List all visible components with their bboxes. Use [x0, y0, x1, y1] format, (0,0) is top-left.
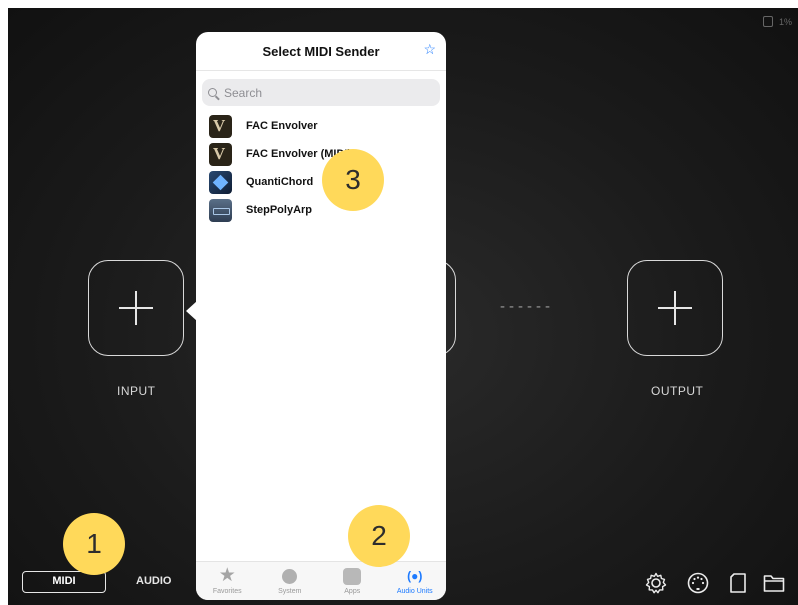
item-name: StepPolyArp — [246, 204, 313, 216]
gear-icon — [282, 568, 298, 584]
midi-sender-popover: Select MIDI Sender ☆ FAC Envolver FAC En… — [196, 32, 446, 600]
input-label: INPUT — [117, 384, 156, 398]
star-outline-icon[interactable]: ☆ — [423, 41, 436, 58]
app-screen: 1% INPUT ------ OUTPUT Select MIDI Sende… — [8, 8, 798, 605]
settings-gear-icon[interactable] — [644, 571, 668, 595]
fac-envolver-icon — [209, 114, 232, 138]
connector-line: ------ — [500, 298, 554, 315]
plus-icon — [658, 291, 692, 325]
list-item[interactable]: StepPolyArp — [196, 196, 446, 224]
callout-2: 2 — [348, 505, 410, 567]
tab-favorites[interactable]: ★ Favorites — [196, 562, 259, 600]
audio-units-icon: (●) — [407, 569, 423, 583]
list-item[interactable]: FAC Envolver — [196, 112, 446, 140]
tab-label: Apps — [344, 588, 361, 595]
output-slot-button[interactable] — [627, 260, 723, 356]
page-icon[interactable] — [726, 571, 750, 595]
item-name: FAC Envolver — [246, 120, 318, 132]
sender-list: FAC Envolver FAC Envolver (MIDI) QuantiC… — [196, 112, 446, 224]
tab-label: Favorites — [212, 588, 242, 595]
item-name: QuantiChord — [246, 176, 314, 188]
output-label: OUTPUT — [651, 384, 704, 398]
folder-icon[interactable] — [762, 571, 786, 595]
list-item[interactable]: FAC Envolver (MIDI) — [196, 140, 446, 168]
tab-system[interactable]: System — [259, 562, 322, 600]
star-icon: ★ — [218, 565, 236, 586]
input-slot-button[interactable] — [88, 260, 184, 356]
callout-1: 1 — [63, 513, 125, 575]
callout-3: 3 — [322, 149, 384, 211]
tab-audio-units[interactable]: (●) Audio Units — [384, 562, 447, 600]
tab-apps[interactable]: Apps — [321, 562, 384, 600]
search-input[interactable] — [224, 85, 414, 100]
fac-envolver-icon — [209, 142, 232, 166]
midi-port-icon[interactable] — [686, 571, 710, 595]
search-field[interactable] — [202, 79, 440, 106]
plus-icon — [119, 291, 153, 325]
popover-title: Select MIDI Sender — [262, 44, 380, 59]
app-icon — [343, 567, 362, 585]
status-bar: 1% — [762, 16, 792, 27]
steppolyarp-icon — [209, 198, 232, 222]
tab-label: Audio Units — [396, 588, 433, 595]
list-item[interactable]: QuantiChord — [196, 168, 446, 196]
battery-text: 1% — [778, 16, 792, 27]
popover-header: Select MIDI Sender ☆ — [196, 32, 446, 71]
cpu-icon — [762, 16, 773, 27]
quantichord-icon — [209, 170, 232, 194]
popover-tab-bar: ★ Favorites System Apps (●) Audio Units — [196, 561, 446, 600]
search-icon — [208, 88, 217, 97]
tab-label: System — [278, 588, 302, 595]
audio-tab-button[interactable]: AUDIO — [136, 575, 171, 587]
